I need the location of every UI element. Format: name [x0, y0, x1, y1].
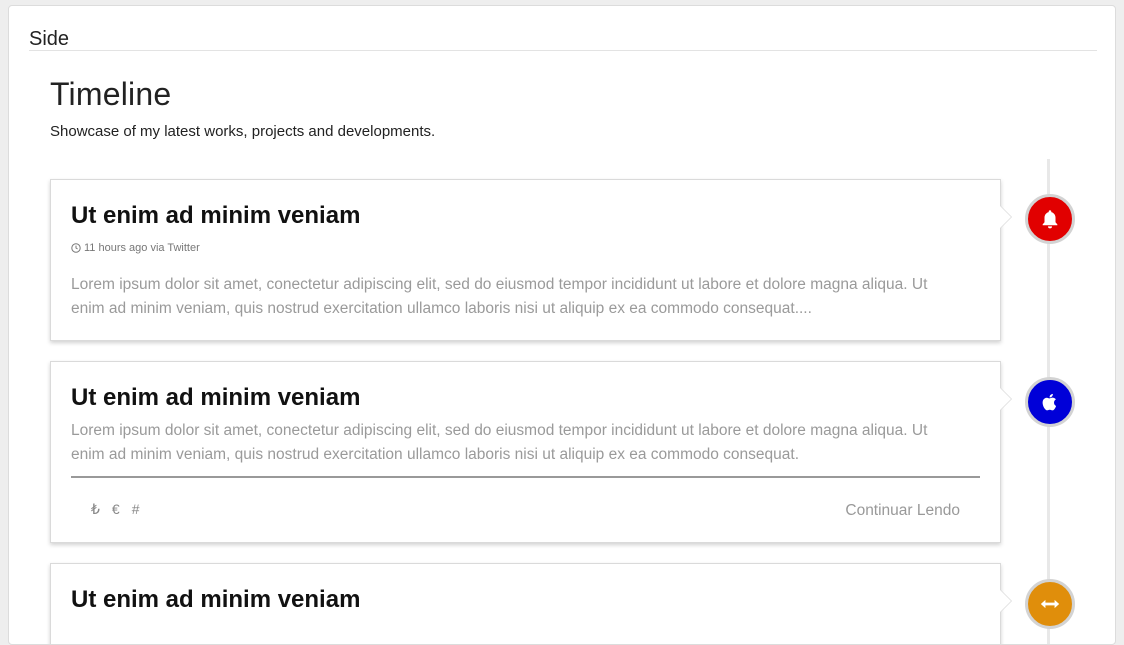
- page-title: Timeline: [50, 76, 172, 112]
- card-text: Lorem ipsum dolor sit amet, conectetur a…: [71, 276, 928, 317]
- timeline-badge-apple: [1025, 377, 1075, 427]
- clock-icon: [71, 243, 81, 253]
- horizontal-arrows-icon: [1040, 599, 1060, 609]
- euro-icon[interactable]: €: [112, 501, 120, 518]
- card-footer-icons: ₺ € #: [91, 501, 140, 518]
- hashtag-icon[interactable]: #: [132, 501, 140, 518]
- card-meta-text: 11 hours ago via Twitter: [84, 242, 200, 254]
- page-subtitle: Showcase of my latest works, projects an…: [50, 123, 436, 140]
- timeline-window: Side Timeline Showcase of my latest work…: [8, 5, 1116, 645]
- card-title: Ut enim ad minim veniam: [71, 586, 361, 613]
- lira-icon[interactable]: ₺: [91, 501, 100, 518]
- card-meta: 11 hours ago via Twitter: [71, 242, 200, 254]
- timeline-badge-arrows: [1025, 579, 1075, 629]
- bell-icon: [1042, 210, 1058, 229]
- apple-icon: [1042, 393, 1057, 411]
- timeline-card: Ut enim ad minim veniam 11 hours ago via…: [50, 179, 1001, 341]
- card-title: Ut enim ad minim veniam: [71, 384, 361, 411]
- card-title: Ut enim ad minim veniam: [71, 202, 361, 229]
- card-divider: [71, 476, 980, 478]
- card-text: Lorem ipsum dolor sit amet, conectetur a…: [71, 422, 928, 463]
- timeline-card: Ut enim ad minim veniam Lorem ipsum dolo…: [50, 361, 1001, 543]
- side-header: Side: [29, 28, 1097, 51]
- timeline-card: Ut enim ad minim veniam: [50, 563, 1001, 644]
- continue-reading-link[interactable]: Continuar Lendo: [845, 502, 960, 520]
- timeline-badge-bell: [1025, 194, 1075, 244]
